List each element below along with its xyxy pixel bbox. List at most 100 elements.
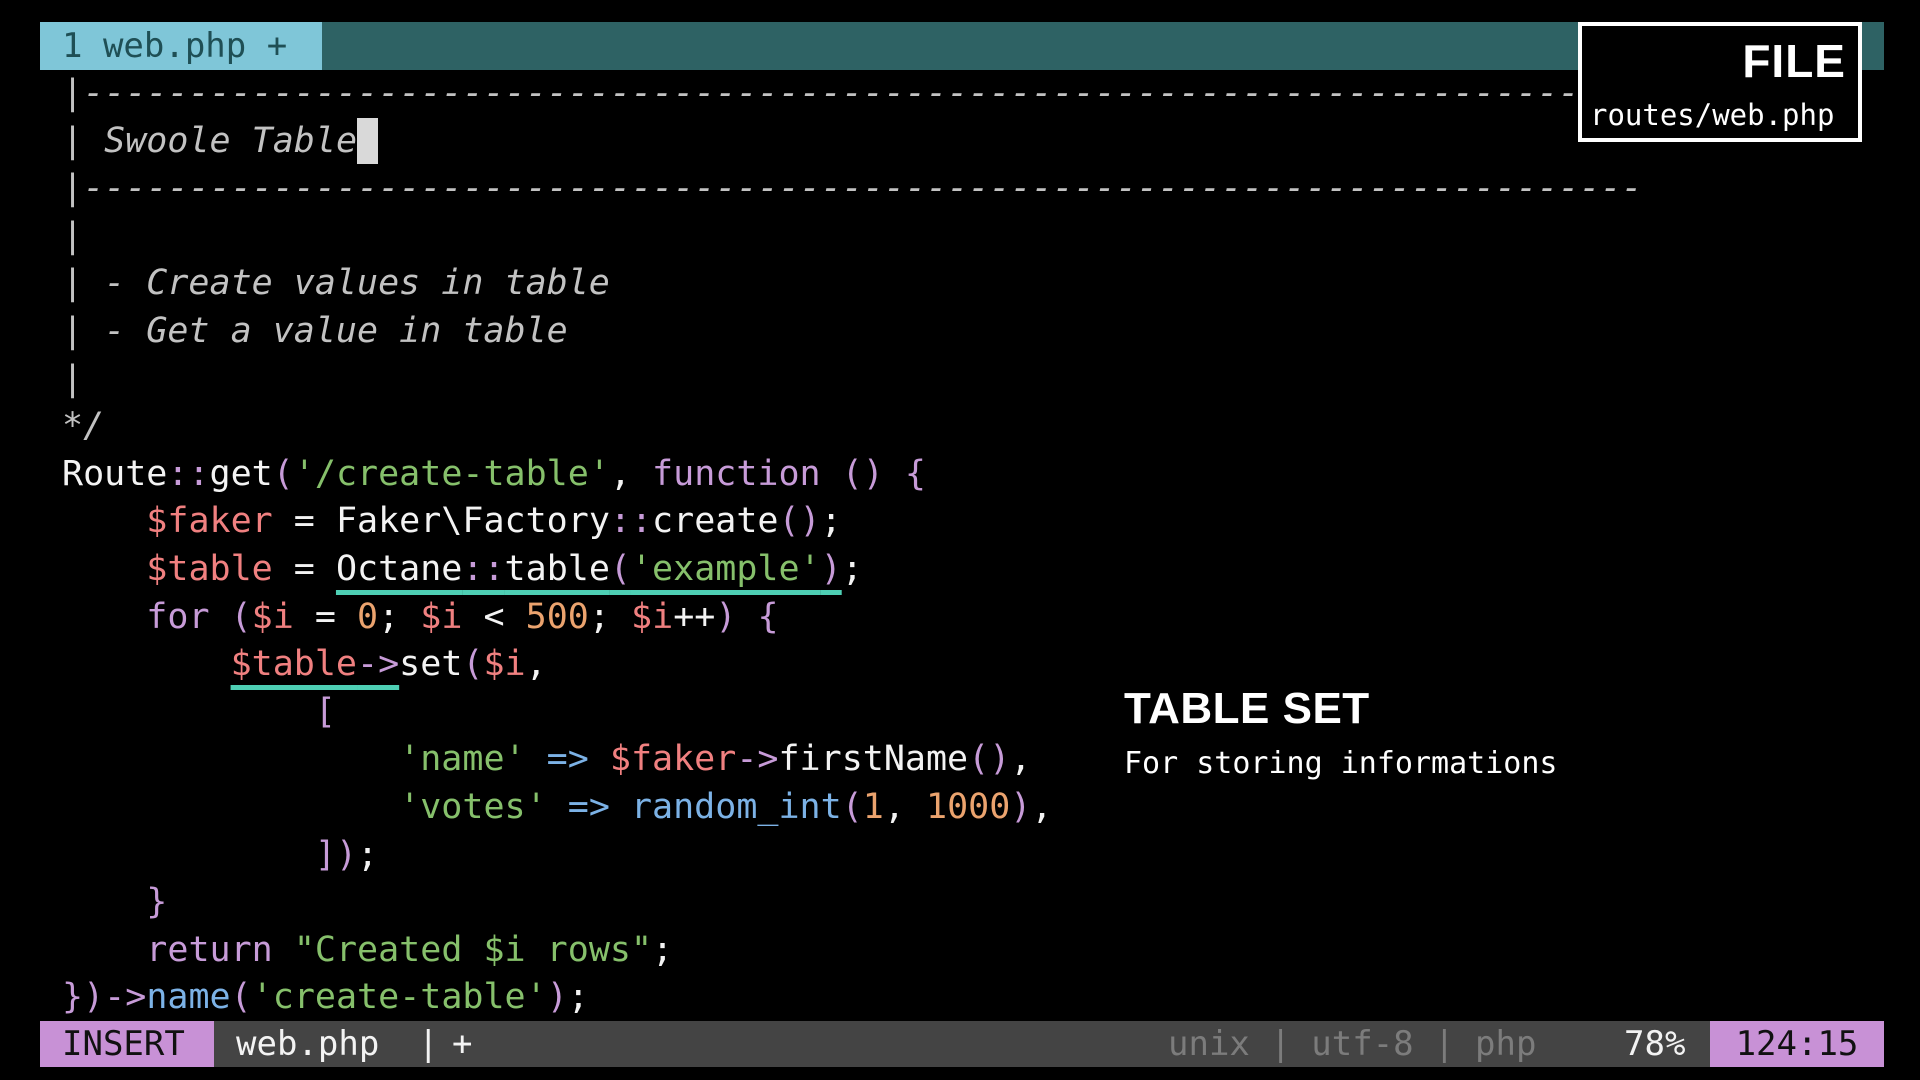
code-token: { <box>883 453 927 494</box>
code-token: 1000 <box>926 787 1011 827</box>
code-line: } <box>62 879 167 927</box>
code-token: name <box>146 977 231 1018</box>
code-token: 0 <box>357 596 379 637</box>
comment-bar: | <box>62 120 105 161</box>
text-cursor <box>357 117 379 164</box>
tab-web-php[interactable]: 1 web.php + <box>40 22 322 70</box>
code-token: = <box>293 596 358 637</box>
code-line: | - Get a value in table <box>62 311 568 351</box>
code-token: ) <box>1010 787 1032 827</box>
code-token: , <box>883 787 926 827</box>
code-token: ; <box>567 977 589 1018</box>
code-token: ) <box>546 977 568 1018</box>
code-token: => <box>525 739 610 780</box>
comment-title: Swoole Table <box>104 120 358 161</box>
code-token: $i <box>420 596 463 637</box>
code-token: 500 <box>525 596 589 637</box>
code-token: ++ <box>673 596 716 637</box>
code-token: () <box>841 453 884 494</box>
code-token: ]) <box>314 834 358 875</box>
code-token: = <box>272 549 336 589</box>
code-line: | Swoole Table <box>62 117 379 166</box>
statusline: INSERT web.php | + unix | utf-8 | php 78… <box>40 1021 1884 1067</box>
code-token: firstName <box>778 739 969 780</box>
code-token: { <box>736 596 779 637</box>
code-token: table <box>504 549 610 589</box>
code-token: ) <box>715 596 737 637</box>
code-line: Route::get('/create-table', function () … <box>62 451 926 499</box>
code-editor[interactable]: |---------------------------------------… <box>62 70 1882 1020</box>
code-token: -> <box>736 739 779 780</box>
code-token: random_int <box>630 787 842 827</box>
code-token: for <box>146 596 210 637</box>
code-token: "Created $i rows" <box>293 929 653 970</box>
code-token: get <box>209 453 273 494</box>
code-token: ; <box>652 929 674 970</box>
mode-indicator: INSERT <box>40 1021 214 1067</box>
code-line: | - Create values in table <box>62 263 610 304</box>
code-token: => <box>546 787 631 827</box>
code-line: */ <box>62 406 105 447</box>
underlined-expression: $table-> <box>231 644 400 684</box>
code-line: 'votes' => random_int(1, 1000), <box>62 784 1052 832</box>
code-token: function <box>652 453 821 494</box>
code-line: ]); <box>62 832 378 880</box>
code-line: |---------------------------------------… <box>62 73 1601 113</box>
status-scroll-percent: 78% <box>1624 1024 1686 1064</box>
code-token: $i <box>631 596 674 637</box>
code-token: ; <box>841 549 863 589</box>
code-token: '/create-table' <box>293 453 610 494</box>
code-token: < <box>462 596 526 637</box>
code-token: 1 <box>862 787 884 827</box>
code-token: $faker <box>609 739 737 780</box>
code-token: 'create-table' <box>251 977 547 1018</box>
code-token: $i <box>483 644 526 685</box>
status-separator: | <box>418 1024 439 1064</box>
code-token: -> <box>357 644 400 685</box>
code-token: $i <box>251 596 294 637</box>
code-token: Octane <box>335 549 463 589</box>
annotation-title: TABLE SET <box>1124 684 1370 733</box>
file-badge-path: routes/web.php <box>1590 98 1835 132</box>
code-token: $table <box>146 549 273 589</box>
code-token: ; <box>820 501 842 542</box>
code-token: = <box>272 501 336 542</box>
code-line: })->name('create-table'); <box>62 974 589 1022</box>
code-token: 'example' <box>630 549 821 589</box>
code-token: ) <box>820 549 842 589</box>
code-token: ( <box>230 977 252 1018</box>
code-token: ; <box>357 834 379 875</box>
code-token: , <box>609 453 653 494</box>
code-token: 'name' <box>399 739 526 780</box>
code-line: 'name' => $faker->firstName(), <box>62 736 1031 784</box>
code-line: $table = Octane::table('example'); <box>62 546 863 594</box>
code-token: ( <box>272 453 294 494</box>
code-token: [ <box>314 691 336 732</box>
code-token: 'votes' <box>399 787 547 827</box>
code-token: () <box>778 501 821 542</box>
code-line: return "Created $i rows"; <box>62 927 673 975</box>
code-line: [ <box>62 689 336 737</box>
code-token: -> <box>104 977 147 1018</box>
code-token: $table <box>230 644 358 685</box>
code-token: Faker\Factory <box>335 501 610 542</box>
file-badge-title: FILE <box>1742 35 1846 87</box>
code-token: ; <box>378 596 421 637</box>
code-token: :: <box>462 549 505 589</box>
file-badge: FILE routes/web.php <box>1578 22 1862 142</box>
status-modified-flag: + <box>452 1024 473 1064</box>
code-token: , <box>525 644 547 685</box>
code-token: ( <box>462 644 484 685</box>
code-token: ; <box>588 596 632 637</box>
code-token: ( <box>841 787 863 827</box>
code-token: }) <box>62 977 105 1018</box>
